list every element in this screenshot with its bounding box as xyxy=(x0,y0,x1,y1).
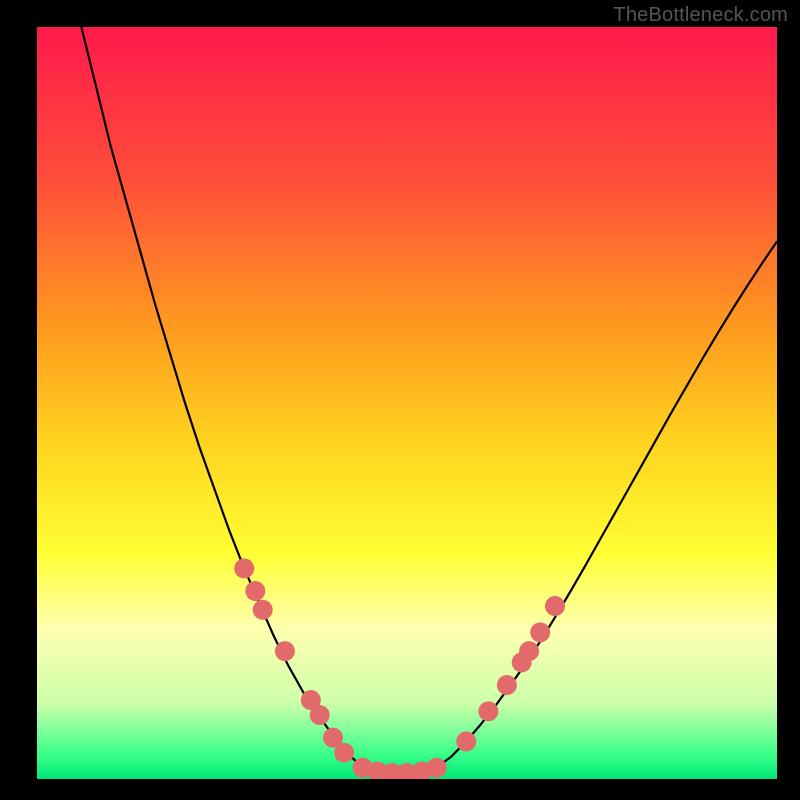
data-marker xyxy=(234,558,254,578)
data-marker xyxy=(519,641,539,661)
data-marker xyxy=(245,581,265,601)
plot-area xyxy=(37,27,777,779)
data-marker xyxy=(545,596,565,616)
chart-frame: TheBottleneck.com xyxy=(0,0,800,800)
data-marker xyxy=(456,731,476,751)
data-marker xyxy=(275,641,295,661)
watermark-text: TheBottleneck.com xyxy=(613,4,788,27)
data-marker xyxy=(497,675,517,695)
data-marker xyxy=(478,701,498,721)
data-marker xyxy=(253,600,273,620)
gradient-background xyxy=(37,27,777,779)
data-marker xyxy=(310,705,330,725)
data-marker xyxy=(530,622,550,642)
chart-svg xyxy=(37,27,777,779)
data-marker xyxy=(427,758,447,778)
data-marker xyxy=(334,743,354,763)
